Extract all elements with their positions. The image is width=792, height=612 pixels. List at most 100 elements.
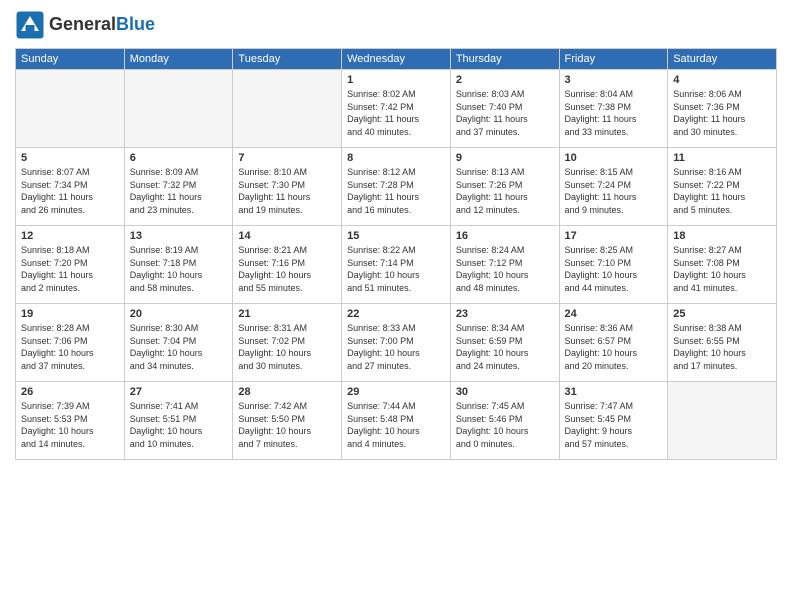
- week-row-3: 19Sunrise: 8:28 AM Sunset: 7:06 PM Dayli…: [16, 304, 777, 382]
- week-row-2: 12Sunrise: 8:18 AM Sunset: 7:20 PM Dayli…: [16, 226, 777, 304]
- calendar-cell: 28 Sunrise: 7:42 AM Sunset: 5:50 PM Dayli…: [233, 382, 342, 460]
- week-row-4: 26 Sunrise: 7:39 AM Sunset: 5:53 PM Dayli…: [16, 382, 777, 460]
- day-number: 3: [565, 74, 663, 86]
- day-info: Sunrise: 8:10 AM Sunset: 7:30 PM Dayligh…: [238, 166, 336, 216]
- day-number: 10: [565, 152, 663, 164]
- day-number: 11: [673, 152, 771, 164]
- day-info: Sunrise: 8:04 AM Sunset: 7:38 PM Dayligh…: [565, 88, 663, 138]
- calendar-cell: 25 Sunrise: 8:38 AM Sunset: 6:55 PM Dayli…: [668, 304, 777, 382]
- day-number: 4: [673, 74, 771, 86]
- day-number: 25: [673, 308, 771, 320]
- weekday-header-tuesday: Tuesday: [233, 49, 342, 70]
- day-number: 14: [238, 230, 336, 242]
- day-info: Sunrise: 8:02 AM Sunset: 7:42 PM Dayligh…: [347, 88, 445, 138]
- day-info: Sunrise: 8:07 AM Sunset: 7:34 PM Dayligh…: [21, 166, 119, 216]
- day-info: Sunrise: 8:16 AM Sunset: 7:22 PM Dayligh…: [673, 166, 771, 216]
- calendar-cell: 24Sunrise: 8:36 AM Sunset: 6:57 PM Dayli…: [559, 304, 668, 382]
- calendar-cell: 4 Sunrise: 8:06 AM Sunset: 7:36 PM Daylig…: [668, 70, 777, 148]
- calendar-cell: 10 Sunrise: 8:15 AM Sunset: 7:24 PM Dayli…: [559, 148, 668, 226]
- day-info: Sunrise: 8:34 AM Sunset: 6:59 PM Dayligh…: [456, 322, 554, 372]
- day-number: 7: [238, 152, 336, 164]
- logo: GeneralBlue: [15, 10, 155, 40]
- day-info: Sunrise: 8:12 AM Sunset: 7:28 PM Dayligh…: [347, 166, 445, 216]
- calendar-cell: 1Sunrise: 8:02 AM Sunset: 7:42 PM Daylig…: [342, 70, 451, 148]
- day-info: Sunrise: 8:22 AM Sunset: 7:14 PM Dayligh…: [347, 244, 445, 294]
- day-number: 16: [456, 230, 554, 242]
- day-info: Sunrise: 8:38 AM Sunset: 6:55 PM Dayligh…: [673, 322, 771, 372]
- day-number: 6: [130, 152, 228, 164]
- calendar-cell: 15 Sunrise: 8:22 AM Sunset: 7:14 PM Dayli…: [342, 226, 451, 304]
- day-info: Sunrise: 8:18 AM Sunset: 7:20 PM Dayligh…: [21, 244, 119, 294]
- day-number: 8: [347, 152, 445, 164]
- day-info: Sunrise: 8:15 AM Sunset: 7:24 PM Dayligh…: [565, 166, 663, 216]
- day-info: Sunrise: 7:42 AM Sunset: 5:50 PM Dayligh…: [238, 400, 336, 450]
- day-number: 5: [21, 152, 119, 164]
- calendar-cell: 5 Sunrise: 8:07 AM Sunset: 7:34 PM Daylig…: [16, 148, 125, 226]
- weekday-header-friday: Friday: [559, 49, 668, 70]
- calendar-cell: 26 Sunrise: 7:39 AM Sunset: 5:53 PM Dayli…: [16, 382, 125, 460]
- calendar-table: SundayMondayTuesdayWednesdayThursdayFrid…: [15, 48, 777, 460]
- day-number: 19: [21, 308, 119, 320]
- day-number: 18: [673, 230, 771, 242]
- calendar-cell: 29Sunrise: 7:44 AM Sunset: 5:48 PM Dayli…: [342, 382, 451, 460]
- calendar-cell: 19Sunrise: 8:28 AM Sunset: 7:06 PM Dayli…: [16, 304, 125, 382]
- calendar-header: GeneralBlue: [15, 10, 777, 40]
- weekday-header-monday: Monday: [124, 49, 233, 70]
- day-number: 21: [238, 308, 336, 320]
- calendar-cell: 6Sunrise: 8:09 AM Sunset: 7:32 PM Daylig…: [124, 148, 233, 226]
- day-info: Sunrise: 8:33 AM Sunset: 7:00 PM Dayligh…: [347, 322, 445, 372]
- calendar-cell: 9 Sunrise: 8:13 AM Sunset: 7:26 PM Daylig…: [450, 148, 559, 226]
- calendar-cell: 16 Sunrise: 8:24 AM Sunset: 7:12 PM Dayli…: [450, 226, 559, 304]
- calendar-cell: 14 Sunrise: 8:21 AM Sunset: 7:16 PM Dayli…: [233, 226, 342, 304]
- day-number: 26: [21, 386, 119, 398]
- day-number: 17: [565, 230, 663, 242]
- day-info: Sunrise: 8:13 AM Sunset: 7:26 PM Dayligh…: [456, 166, 554, 216]
- day-info: Sunrise: 8:36 AM Sunset: 6:57 PM Dayligh…: [565, 322, 663, 372]
- day-number: 9: [456, 152, 554, 164]
- week-row-1: 5 Sunrise: 8:07 AM Sunset: 7:34 PM Daylig…: [16, 148, 777, 226]
- calendar-container: GeneralBlue SundayMondayTuesdayWednesday…: [0, 0, 792, 470]
- day-number: 31: [565, 386, 663, 398]
- weekday-header-wednesday: Wednesday: [342, 49, 451, 70]
- day-number: 23: [456, 308, 554, 320]
- weekday-header-saturday: Saturday: [668, 49, 777, 70]
- day-number: 30: [456, 386, 554, 398]
- day-number: 22: [347, 308, 445, 320]
- day-info: Sunrise: 7:41 AM Sunset: 5:51 PM Dayligh…: [130, 400, 228, 450]
- weekday-header-thursday: Thursday: [450, 49, 559, 70]
- logo-text: GeneralBlue: [49, 15, 155, 35]
- day-info: Sunrise: 8:24 AM Sunset: 7:12 PM Dayligh…: [456, 244, 554, 294]
- calendar-cell: 30 Sunrise: 7:45 AM Sunset: 5:46 PM Dayli…: [450, 382, 559, 460]
- calendar-body: 1Sunrise: 8:02 AM Sunset: 7:42 PM Daylig…: [16, 70, 777, 460]
- day-info: Sunrise: 8:19 AM Sunset: 7:18 PM Dayligh…: [130, 244, 228, 294]
- day-info: Sunrise: 8:21 AM Sunset: 7:16 PM Dayligh…: [238, 244, 336, 294]
- week-row-0: 1Sunrise: 8:02 AM Sunset: 7:42 PM Daylig…: [16, 70, 777, 148]
- calendar-cell: 22 Sunrise: 8:33 AM Sunset: 7:00 PM Dayli…: [342, 304, 451, 382]
- day-info: Sunrise: 8:31 AM Sunset: 7:02 PM Dayligh…: [238, 322, 336, 372]
- day-info: Sunrise: 7:45 AM Sunset: 5:46 PM Dayligh…: [456, 400, 554, 450]
- calendar-cell: 12Sunrise: 8:18 AM Sunset: 7:20 PM Dayli…: [16, 226, 125, 304]
- weekday-header-sunday: Sunday: [16, 49, 125, 70]
- calendar-cell: [668, 382, 777, 460]
- calendar-cell: 13 Sunrise: 8:19 AM Sunset: 7:18 PM Dayli…: [124, 226, 233, 304]
- day-number: 27: [130, 386, 228, 398]
- day-info: Sunrise: 8:06 AM Sunset: 7:36 PM Dayligh…: [673, 88, 771, 138]
- day-info: Sunrise: 8:03 AM Sunset: 7:40 PM Dayligh…: [456, 88, 554, 138]
- day-number: 13: [130, 230, 228, 242]
- day-number: 28: [238, 386, 336, 398]
- day-info: Sunrise: 7:47 AM Sunset: 5:45 PM Dayligh…: [565, 400, 663, 450]
- calendar-cell: 27 Sunrise: 7:41 AM Sunset: 5:51 PM Dayli…: [124, 382, 233, 460]
- day-number: 15: [347, 230, 445, 242]
- day-number: 2: [456, 74, 554, 86]
- logo-icon: [15, 10, 45, 40]
- day-info: Sunrise: 7:39 AM Sunset: 5:53 PM Dayligh…: [21, 400, 119, 450]
- calendar-cell: 2 Sunrise: 8:03 AM Sunset: 7:40 PM Daylig…: [450, 70, 559, 148]
- calendar-cell: [16, 70, 125, 148]
- calendar-cell: 20Sunrise: 8:30 AM Sunset: 7:04 PM Dayli…: [124, 304, 233, 382]
- day-number: 29: [347, 386, 445, 398]
- calendar-cell: 7 Sunrise: 8:10 AM Sunset: 7:30 PM Daylig…: [233, 148, 342, 226]
- weekday-header-row: SundayMondayTuesdayWednesdayThursdayFrid…: [16, 49, 777, 70]
- calendar-cell: 18Sunrise: 8:27 AM Sunset: 7:08 PM Dayli…: [668, 226, 777, 304]
- calendar-cell: [124, 70, 233, 148]
- calendar-cell: 17Sunrise: 8:25 AM Sunset: 7:10 PM Dayli…: [559, 226, 668, 304]
